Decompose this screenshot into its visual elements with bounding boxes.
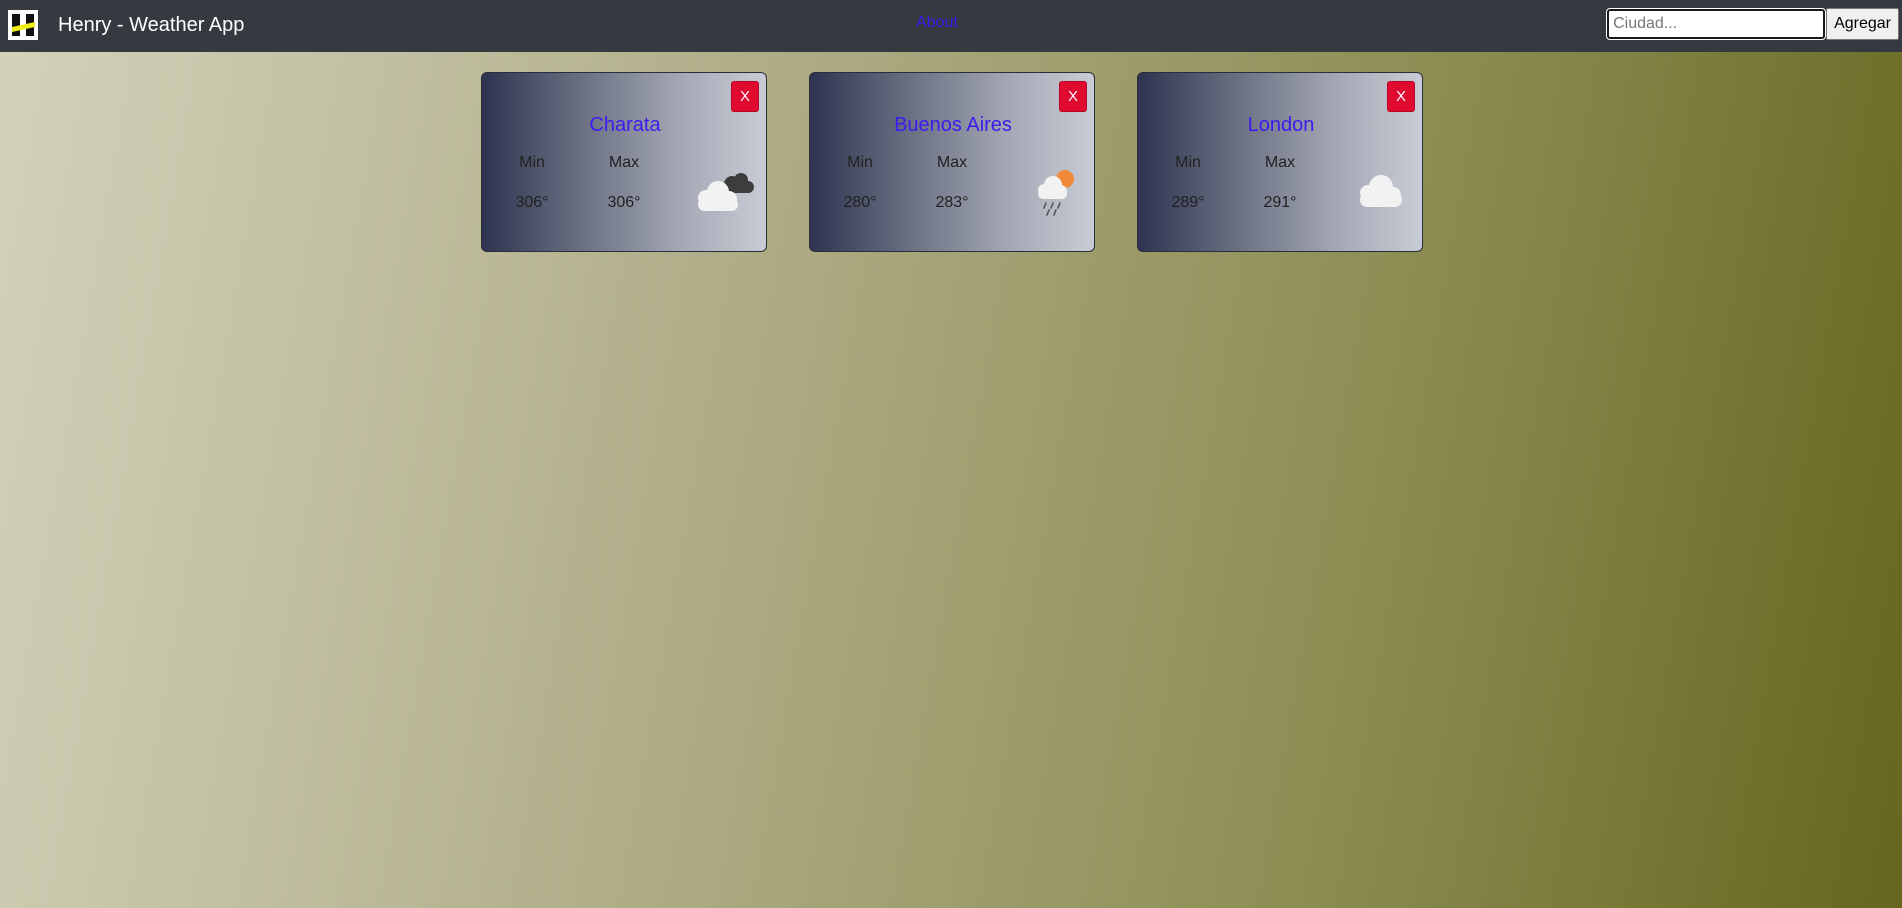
min-temp: Min 280° [820,153,900,213]
min-label: Min [847,154,873,171]
min-value: 306° [515,194,549,211]
close-card-button[interactable]: X [731,81,759,112]
max-value: 306° [607,194,641,211]
city-card: X London Min 289° Max 291° [1137,72,1423,252]
close-card-button[interactable]: X [1059,81,1087,112]
min-temp: Min 289° [1148,153,1228,213]
search-form: Agregar [1606,8,1899,40]
city-name-link[interactable]: Charata [482,113,768,137]
min-label: Min [519,154,545,171]
cloud-icon [1360,175,1402,207]
max-value: 283° [935,194,969,211]
max-value: 291° [1263,194,1297,211]
dark-rain-clouds-icon [698,173,754,211]
add-city-button[interactable]: Agregar [1826,8,1899,40]
sun-cloud-rain-icon [1038,170,1074,216]
max-label: Max [1264,154,1296,171]
henry-logo-icon[interactable] [8,10,38,40]
city-card: X Buenos Aires Min 280° Max 283° [809,72,1095,252]
about-link[interactable]: About [916,14,958,32]
max-label: Max [608,154,640,171]
min-temp: Min 306° [492,153,572,213]
city-search-input[interactable] [1606,8,1827,40]
max-temp: Max 283° [912,153,992,213]
city-card: X Charata Min 306° Max 306° [481,72,767,252]
min-value: 280° [843,194,877,211]
max-temp: Max 306° [584,153,664,213]
max-label: Max [936,154,968,171]
close-card-button[interactable]: X [1387,81,1415,112]
app-title: Henry - Weather App [58,14,245,36]
navbar: Henry - Weather App About Agregar [0,0,1902,52]
min-label: Min [1175,154,1201,171]
city-name-link[interactable]: Buenos Aires [810,113,1096,137]
city-name-link[interactable]: London [1138,113,1424,137]
min-value: 289° [1171,194,1205,211]
max-temp: Max 291° [1240,153,1320,213]
